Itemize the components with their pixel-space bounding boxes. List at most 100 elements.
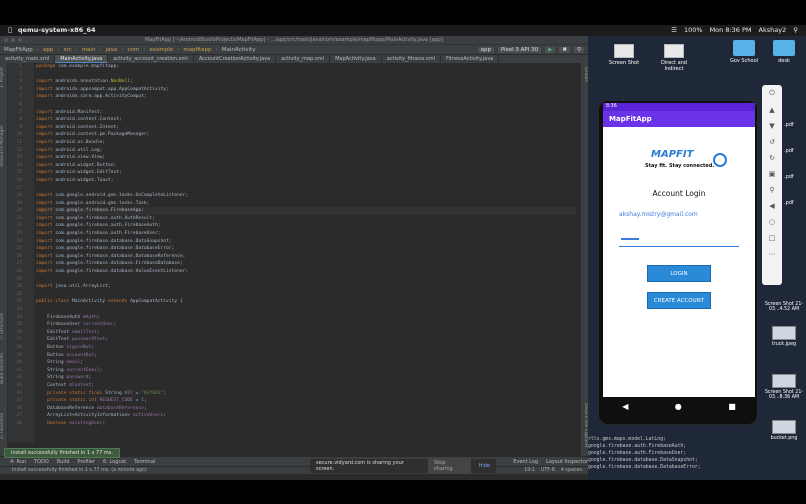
volume-up-icon[interactable]: ▲ [769,106,774,114]
breadcrumb-item[interactable]: src [64,47,72,53]
code-line[interactable]: import android.util.Log; [36,147,576,155]
back-nav-icon[interactable]: ◀ [622,402,628,411]
breadcrumb-item[interactable]: com [128,47,140,53]
code-line[interactable] [36,276,576,284]
code-line[interactable]: import com.google.firebase.database.Valu… [36,268,576,276]
breadcrumb-item[interactable]: main [82,47,96,53]
code-line[interactable]: import com.google.android.gms.tasks.Task… [36,200,576,208]
volume-down-icon[interactable]: ▼ [769,122,774,130]
editor-tab[interactable]: activity_map.xml [276,55,331,63]
code-line[interactable]: import android.os.Bundle; [36,139,576,147]
editor-tab[interactable]: activity_account_creation.xml [108,55,194,63]
device-select[interactable]: Pixel 3 API 30 [497,46,542,53]
code-line[interactable]: import androidx.annotation.NonNull; [36,78,576,86]
desktop-file-direct[interactable]: Direct and Indirect [652,44,696,72]
search-icon[interactable]: ⚲ [793,25,798,36]
code-line[interactable]: FirebaseAuth mAuth; [36,314,576,322]
code-line[interactable]: DatabaseReference databaseReference; [36,405,576,413]
code-line[interactable]: import com.google.firebase.database.Data… [36,245,576,253]
bottom-tool-button[interactable]: TODO [34,459,49,465]
code-line[interactable]: import androidx.appcompat.app.AppCompatA… [36,86,576,94]
editor-tab[interactable]: MainActivity.java [55,55,109,63]
create-account-button[interactable]: CREATE ACCOUNT [647,292,711,309]
bottom-tool-button[interactable]: Event Log [513,459,538,465]
wifi-icon[interactable]: ☰ [671,25,677,36]
code-line[interactable] [36,291,576,299]
pdf-file[interactable]: .pdf [784,112,794,138]
code-line[interactable]: import android.content.Intent; [36,124,576,132]
desktop-folder-gov-school[interactable]: Gov School [722,40,766,64]
code-line[interactable]: FirebaseUser currentUser; [36,321,576,329]
code-line[interactable]: import android.content.pm.PackageManager… [36,131,576,139]
code-line[interactable]: EditText passwordText; [36,336,576,344]
bottom-tool-button[interactable]: Layout Inspector [546,459,588,465]
code-line[interactable]: import com.google.firebase.auth.Firebase… [36,222,576,230]
overview-icon[interactable]: □ [769,234,776,242]
desktop-file-shot-2[interactable]: Screen Shot 21-03...8.36 AM [764,374,804,400]
code-line[interactable]: package com.example.mapfitapp; [36,63,576,71]
debug-button[interactable]: ✖ [559,46,570,53]
code-line[interactable]: boolean existingUser; [36,420,576,428]
code-editor[interactable]: package com.example.mapfitapp; import an… [36,63,576,443]
bottom-tool-button[interactable]: Profiler [77,459,95,465]
breadcrumb-item[interactable]: MapFitApp [4,47,33,53]
rotate-left-icon[interactable]: ↺ [769,138,775,146]
desktop-file-truck[interactable]: truck.jpeg [764,326,804,347]
editor-tab[interactable]: AccountCreationActivity.java [194,55,277,63]
desktop-folder-desk[interactable]: desk [762,40,806,64]
zoom-icon[interactable]: ⚲ [769,186,774,194]
power-icon[interactable]: ⏻ [769,89,775,98]
tool-window-button[interactable]: 1: Project [0,67,8,88]
code-line[interactable]: import android.widget.EditText; [36,169,576,177]
code-line[interactable]: import com.google.firebase.database.Data… [36,253,576,261]
editor-tab[interactable]: MapActivity.java [330,55,382,63]
code-line[interactable]: Button accountBut; [36,352,576,360]
code-line[interactable]: Context mContext; [36,382,576,390]
apple-icon[interactable]:  [8,25,12,36]
code-line[interactable]: private static int REQUEST_CODE = 1; [36,397,576,405]
code-line[interactable]: import androidx.core.app.ActivityCompat; [36,93,576,101]
code-line[interactable] [36,71,576,79]
emulator-screen[interactable]: 8:36 MapFitApp MAPFIT Stay fit. Stay con… [603,103,755,397]
editor-tab[interactable]: activity_main.xml [0,55,56,63]
bottom-tool-button[interactable]: Build [57,459,70,465]
code-line[interactable]: import android.content.Context; [36,116,576,124]
pdf-file[interactable]: .pdf [784,164,794,190]
code-line[interactable]: import com.google.firebase.FirebaseApp; [36,207,576,215]
code-line[interactable]: String currentEmail; [36,367,576,375]
status-item[interactable]: 4 spaces [561,467,582,475]
breadcrumb-item[interactable]: app [43,47,53,53]
code-line[interactable]: String password; [36,374,576,382]
back-icon[interactable]: ◀ [769,202,774,210]
run-config-select[interactable]: app [477,46,494,53]
stop-sharing-button[interactable]: Stop sharing [428,458,471,474]
search-everywhere-icon[interactable]: ⚲ [573,46,584,53]
breadcrumb-item[interactable]: MainActivity [222,47,256,53]
code-line[interactable]: EditText emailText; [36,329,576,337]
code-line[interactable]: import com.google.firebase.auth.AuthResu… [36,215,576,223]
code-line[interactable]: import android.view.View; [36,154,576,162]
password-field[interactable] [619,235,739,247]
tool-window-button[interactable]: Build Variants [0,353,8,384]
email-field[interactable]: akshay.mistry@gmail.com [619,211,698,218]
status-item[interactable]: UTF-8 [541,467,555,475]
bottom-tool-button[interactable]: 6: Logcat [103,459,126,465]
user-name[interactable]: Akshay2 [759,25,787,36]
close-window-button[interactable] [4,38,8,42]
desktop-file-screenshot[interactable]: Screen Shot [602,44,646,66]
code-line[interactable]: import java.util.ArrayList; [36,283,576,291]
code-line[interactable]: import android.widget.Button; [36,162,576,170]
breadcrumb-item[interactable]: java [106,47,118,53]
bottom-tool-button[interactable]: Terminal [134,459,155,465]
desktop-file-bucket[interactable]: bucket.png [764,420,804,441]
clock[interactable]: Mon 8:36 PM [710,25,752,36]
desktop-file-shot-1[interactable]: Screen Shot 21-03...4.52 AM [764,302,804,312]
code-line[interactable] [36,185,576,193]
code-line[interactable]: import android.widget.Toast; [36,177,576,185]
code-line[interactable]: Button signinBut; [36,344,576,352]
pdf-file[interactable]: .pdf [784,138,794,164]
active-app-name[interactable]: qemu-system-x86_64 [18,25,96,36]
login-button[interactable]: LOGIN [647,265,711,282]
home-icon[interactable]: ○ [769,218,775,226]
breadcrumb-item[interactable]: example [149,47,173,53]
